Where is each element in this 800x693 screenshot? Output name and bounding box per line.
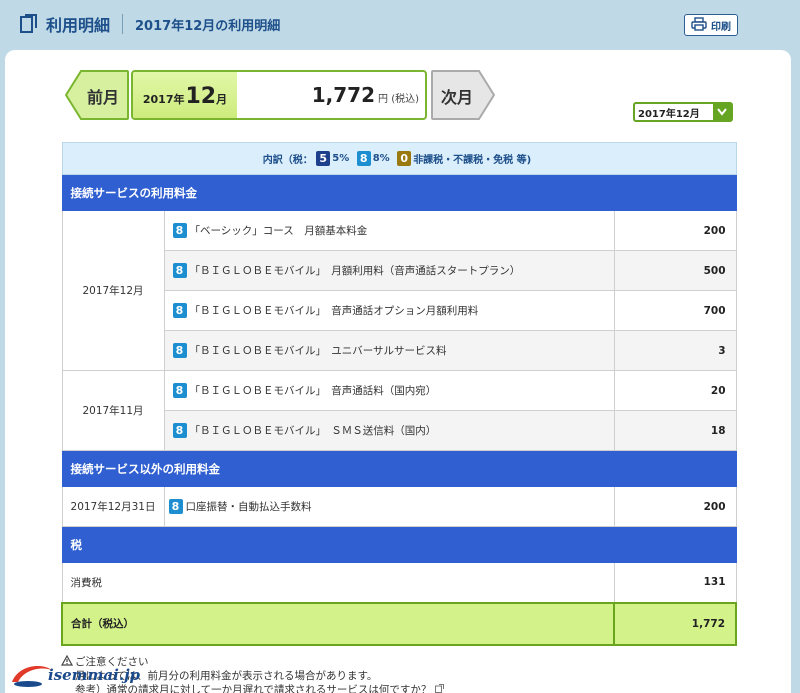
row-amount: 20 [613, 370, 737, 411]
row-description: 8 「ＢＩＧＬＯＢＥモバイル」 音声通話料（国内宛） [163, 370, 615, 411]
tax-legend-row: 内訳（税： 5 5% 8 8% 0 非課税・不課税・免税 等) [61, 142, 737, 175]
prev-month-button[interactable]: 前月 [65, 70, 129, 120]
logo-text: isemmai.jp [48, 666, 140, 684]
section-header-tax: 税 [61, 526, 737, 563]
tax-8-badge: 8 [172, 423, 187, 439]
external-link-icon [434, 684, 444, 693]
site-logo: isemmai.jp [10, 656, 140, 693]
month-select[interactable]: 2017年12月 [633, 102, 733, 122]
table-row: 2017年12月31日 8 口座振替・自動払込手数料 200 [61, 486, 737, 527]
row-amount: 200 [613, 486, 737, 527]
current-amount-unit: 円 (税込) [378, 94, 419, 105]
row-desc-text: 「ＢＩＧＬＯＢＥモバイル」 音声通話オプション月額利用料 [189, 304, 479, 317]
table-row: 8 「ＢＩＧＬＯＢＥモバイル」 音声通話オプション月額利用料 700 [62, 290, 737, 331]
current-year: 2017年 [142, 93, 185, 106]
legend-5-label: 5% [332, 153, 350, 164]
section-title-tax: 税 [61, 526, 737, 563]
print-label: 印刷 [711, 21, 731, 33]
total-row: 合計（税込） 1,772 [61, 601, 738, 646]
tax-8-badge: 8 [356, 151, 371, 166]
billing-table: 内訳（税： 5 5% 8 8% 0 非課税・不課税・免税 等) 接続サービスの利用料金… [61, 142, 738, 646]
section-title-other: 接続サービス以外の利用料金 [61, 450, 737, 487]
row-amount: 18 [613, 410, 737, 451]
current-amount: 1,772 円 (税込) [237, 83, 425, 107]
section-header-connection: 接続サービスの利用料金 [61, 174, 737, 211]
row-desc-text: 口座振替・自動払込手数料 [185, 500, 312, 513]
tax-8-badge: 8 [168, 499, 183, 515]
row-description: 8 口座振替・自動払込手数料 [163, 486, 615, 527]
legend-prefix: 内訳（税： [262, 155, 313, 166]
row-amount: 200 [613, 210, 737, 251]
tax-8-badge: 8 [172, 343, 187, 359]
page-title: 利用明細 [46, 16, 111, 35]
row-amount: 500 [613, 250, 737, 291]
page-subtitle: 2017年12月の利用明細 [135, 18, 281, 34]
document-icon [20, 14, 40, 34]
row-description: 8 「ＢＩＧＬＯＢＥモバイル」 ユニバーサルサービス料 [163, 330, 615, 371]
table-row: 8 「ＢＩＧＬＯＢＥモバイル」 ＳＭＳ送信料（国内） 18 [62, 410, 737, 451]
page-header: 利用明細 2017年12月の利用明細 [0, 0, 800, 48]
tax-label: 消費税 [61, 562, 615, 603]
legend-0-label: 非課税・不課税・免税 等) [413, 155, 532, 166]
row-description: 8 「ＢＩＧＬＯＢＥモバイル」 音声通話オプション月額利用料 [163, 290, 615, 331]
printer-icon [691, 16, 707, 34]
current-amount-value: 1,772 [311, 83, 376, 107]
tax-8-badge: 8 [172, 263, 187, 279]
table-row: 2017年12月 8 「ベーシック」コース 月額基本料金 200 [61, 210, 737, 371]
row-date: 2017年11月 [61, 370, 165, 451]
tax-amount: 131 [613, 562, 737, 603]
prev-month-label: 前月 [87, 88, 120, 107]
next-month-label: 次月 [441, 88, 474, 107]
month-select-value: 2017年12月 [638, 108, 700, 120]
current-month: 2017年 12 月 [133, 72, 237, 118]
tax-8-badge: 8 [172, 303, 187, 319]
tax-8-badge: 8 [172, 383, 187, 399]
legend-8-label: 8% [372, 153, 390, 164]
table-row: 8 「ＢＩＧＬＯＢＥモバイル」 月額利用料（音声通話スタートプラン） 500 [62, 250, 737, 291]
next-month-button[interactable]: 次月 [431, 70, 495, 120]
total-label: 合計（税込） [61, 601, 615, 646]
table-row: 8 「ＢＩＧＬＯＢＥモバイル」 ユニバーサルサービス料 3 [62, 330, 737, 371]
chevron-down-icon [713, 103, 731, 121]
section-header-other: 接続サービス以外の利用料金 [61, 450, 737, 487]
tax-0-badge: 0 [397, 151, 412, 166]
current-month-number: 12 [185, 84, 217, 109]
current-month-unit: 月 [216, 93, 228, 106]
print-button[interactable]: 印刷 [684, 14, 738, 36]
header-divider [122, 14, 124, 34]
row-date: 2017年12月 [61, 210, 165, 371]
section-title-connection: 接続サービスの利用料金 [61, 174, 737, 211]
table-row: 2017年11月 8 「ＢＩＧＬＯＢＥモバイル」 音声通話料（国内宛） 20 [61, 370, 737, 451]
row-date: 2017年12月31日 [61, 486, 165, 527]
row-desc-text: 「ベーシック」コース 月額基本料金 [189, 224, 368, 237]
table-row: 消費税 131 [61, 562, 737, 603]
row-desc-text: 「ＢＩＧＬＯＢＥモバイル」 音声通話料（国内宛） [189, 384, 437, 397]
row-description: 8 「ＢＩＧＬＯＢＥモバイル」 ＳＭＳ送信料（国内） [163, 410, 615, 451]
notice-faq-link[interactable]: 参考）通常の請求月に対して一か月遅れで請求されるサービスは何ですか？ [75, 684, 431, 693]
row-desc-text: 「ＢＩＧＬＯＢＥモバイル」 月額利用料（音声通話スタートプラン） [189, 264, 521, 277]
row-desc-text: 「ＢＩＧＬＯＢＥモバイル」 ユニバーサルサービス料 [189, 344, 447, 357]
tax-legend: 内訳（税： 5 5% 8 8% 0 非課税・不課税・免税 等) [61, 142, 737, 175]
row-desc-text: 「ＢＩＧＬＯＢＥモバイル」 ＳＭＳ送信料（国内） [189, 424, 437, 437]
tax-8-badge: 8 [172, 223, 187, 239]
content-card: 前月 2017年 12 月 1,772 円 (税込) 次月 2017年12月 内… [5, 50, 791, 693]
current-month-summary: 2017年 12 月 1,772 円 (税込) [131, 70, 427, 120]
row-description: 8 「ベーシック」コース 月額基本料金 [163, 210, 615, 251]
total-amount: 1,772 [612, 601, 738, 646]
tax-5-badge: 5 [316, 151, 331, 166]
row-amount: 700 [613, 290, 737, 331]
row-description: 8 「ＢＩＧＬＯＢＥモバイル」 月額利用料（音声通話スタートプラン） [163, 250, 615, 291]
row-amount: 3 [613, 330, 737, 371]
